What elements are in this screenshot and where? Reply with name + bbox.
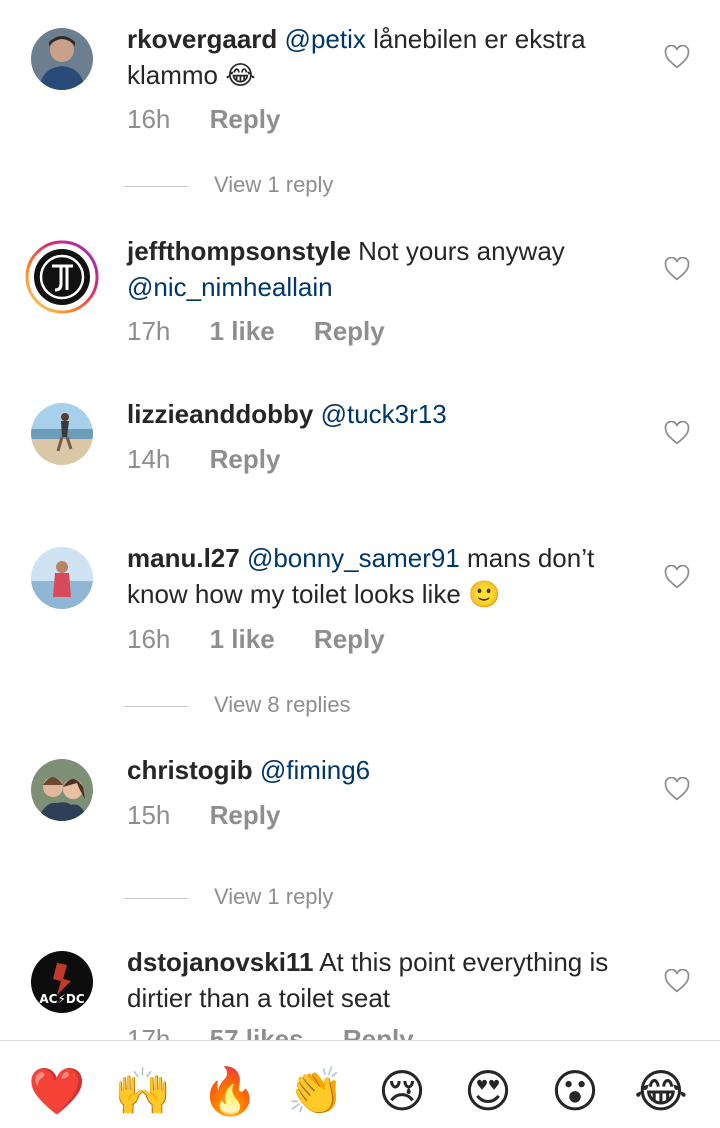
likes-count[interactable]: 1 like xyxy=(210,316,275,346)
likes-count[interactable]: 1 like xyxy=(210,624,275,654)
comment-mention[interactable]: @fiming6 xyxy=(260,755,370,785)
surprised-face-emoji-icon[interactable]: 😮 xyxy=(545,1061,605,1121)
comment-time: 17h xyxy=(127,316,171,346)
reply-thread-line xyxy=(124,705,188,707)
comment-text: dirtier than a toilet seat xyxy=(127,983,391,1013)
comment-mention[interactable]: @nic_nimheallain xyxy=(127,272,333,302)
reply-button[interactable]: Reply xyxy=(314,624,385,654)
like-heart-icon[interactable] xyxy=(664,420,690,445)
comment-mention[interactable]: @tuck3r13 xyxy=(321,399,447,429)
view-replies-link[interactable]: View 1 reply xyxy=(124,884,333,910)
comment-body: christogib @fiming6 xyxy=(127,752,647,788)
comment-body: rkovergaard @petix lånebilen er ekstra k… xyxy=(127,21,647,93)
comment-time: 15h xyxy=(127,800,171,830)
tears-of-joy-emoji-icon[interactable]: 😂 xyxy=(631,1061,691,1121)
comment-meta: 16h 1 like Reply xyxy=(127,624,417,654)
comments-list: rkovergaard @petix lånebilen er ekstra k… xyxy=(0,0,720,1040)
raised-hands-emoji-icon[interactable]: 🙌 xyxy=(113,1061,173,1121)
comment-text: At this point everything is xyxy=(313,947,609,977)
avatar[interactable]: AC⚡DC xyxy=(31,951,93,1013)
comment-meta: 17h 57 likes Reply xyxy=(127,1024,446,1040)
comment-time: 14h xyxy=(127,444,171,474)
comment-text: mans don’t xyxy=(459,543,595,573)
avatar[interactable] xyxy=(31,547,93,609)
likes-count[interactable]: 57 likes xyxy=(210,1024,304,1040)
like-heart-icon[interactable] xyxy=(664,776,690,801)
comment-time: 17h xyxy=(127,1024,171,1040)
comment-username[interactable]: lizzieanddobby xyxy=(127,399,313,429)
like-heart-icon[interactable] xyxy=(664,564,690,589)
comment-username[interactable]: manu.l27 xyxy=(127,543,240,573)
comment-meta: 15h Reply xyxy=(127,800,312,830)
comment-meta: 16h Reply xyxy=(127,104,312,134)
reply-button[interactable]: Reply xyxy=(210,104,281,134)
comment-text: klammo 😂 xyxy=(127,60,256,90)
heart-emoji-icon[interactable]: ❤️ xyxy=(27,1061,87,1121)
comment-mention[interactable]: @petix xyxy=(285,24,366,54)
comment-time: 16h xyxy=(127,624,171,654)
comment-username[interactable]: rkovergaard xyxy=(127,24,277,54)
avatar[interactable] xyxy=(31,759,93,821)
comment-body: jeffthompsonstyle Not yours anyway @nic_… xyxy=(127,233,647,305)
comment-meta: 14h Reply xyxy=(127,444,312,474)
avatar-logo-text: AC⚡DC xyxy=(39,992,84,1006)
comment-time: 16h xyxy=(127,104,171,134)
like-heart-icon[interactable] xyxy=(664,44,690,69)
comment-mention[interactable]: @bonny_samer91 xyxy=(247,543,460,573)
avatar[interactable] xyxy=(31,403,93,465)
comment-body: lizzieanddobby @tuck3r13 xyxy=(127,396,647,432)
comment-text: know how my toilet looks like 🙂 xyxy=(127,579,501,609)
fire-emoji-icon[interactable]: 🔥 xyxy=(200,1061,260,1121)
reply-button[interactable]: Reply xyxy=(314,316,385,346)
reply-button[interactable]: Reply xyxy=(210,800,281,830)
reply-thread-line xyxy=(124,897,188,899)
comment-username[interactable]: jeffthompsonstyle xyxy=(127,236,351,266)
view-replies-link[interactable]: View 8 replies xyxy=(124,692,351,718)
comment-body: dstojanovski11 At this point everything … xyxy=(127,944,647,1016)
comment-body: manu.l27 @bonny_samer91 mans don’t know … xyxy=(127,540,647,612)
comment-meta: 17h 1 like Reply xyxy=(127,316,417,346)
comment-username[interactable]: dstojanovski11 xyxy=(127,947,313,977)
reply-button[interactable]: Reply xyxy=(343,1024,414,1040)
comment-username[interactable]: christogib xyxy=(127,755,253,785)
heart-eyes-emoji-icon[interactable]: 😍 xyxy=(458,1061,518,1121)
comment-text: lånebilen er ekstra xyxy=(365,24,586,54)
reply-button[interactable]: Reply xyxy=(210,444,281,474)
clapping-hands-emoji-icon[interactable]: 👏 xyxy=(286,1061,346,1121)
view-replies-link[interactable]: View 1 reply xyxy=(124,172,333,198)
avatar[interactable] xyxy=(25,240,99,314)
like-heart-icon[interactable] xyxy=(664,256,690,281)
reply-thread-line xyxy=(124,185,188,187)
crying-face-emoji-icon[interactable]: 😢 xyxy=(372,1061,432,1121)
comment-text: Not yours anyway xyxy=(350,236,565,266)
like-heart-icon[interactable] xyxy=(664,968,690,993)
avatar[interactable] xyxy=(31,28,93,90)
quick-reaction-bar: ❤️ 🙌 🔥 👏 😢 😍 😮 😂 xyxy=(0,1040,720,1128)
